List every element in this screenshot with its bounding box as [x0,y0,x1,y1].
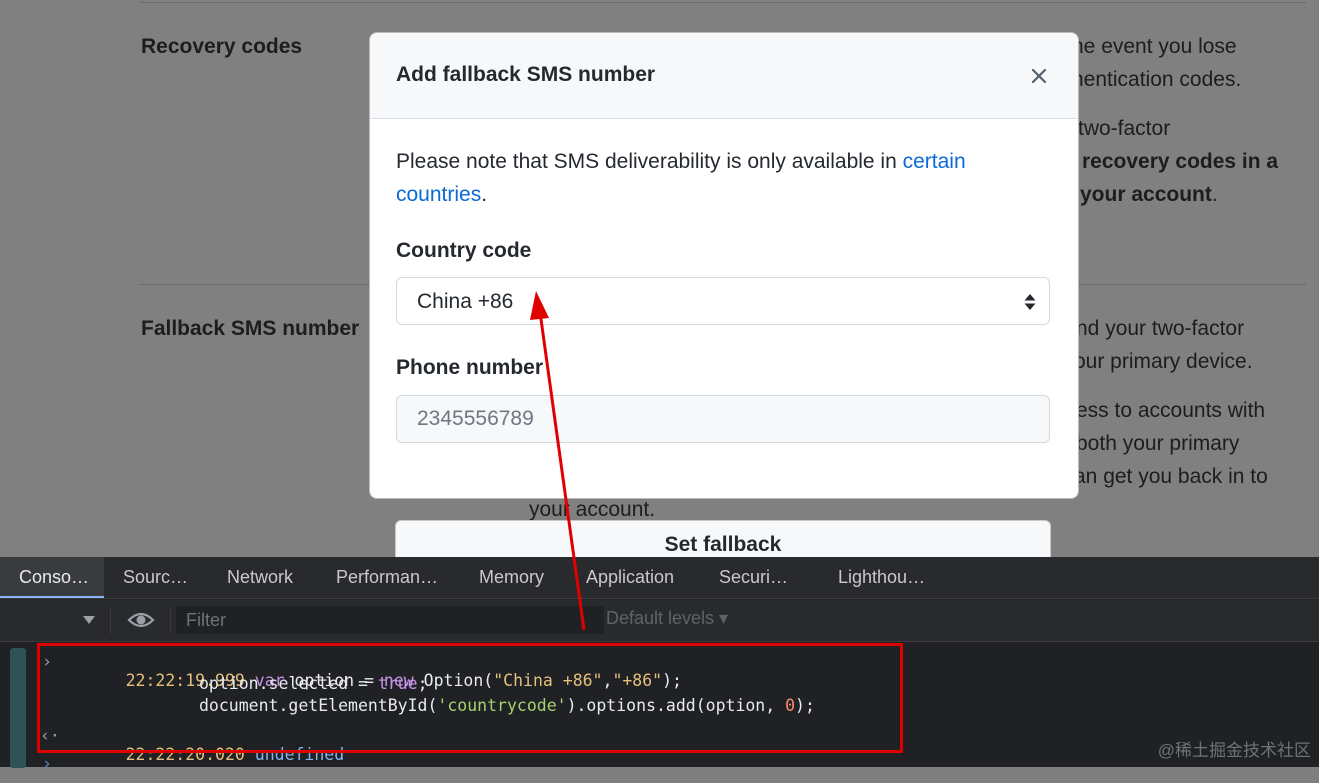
tab-sources[interactable]: Sourc… [123,557,188,598]
output-value: undefined [254,745,345,764]
sms-deliverability-note: Please note that SMS deliverability is o… [396,145,1046,211]
recovery-text-line: hentication codes. [1072,68,1242,91]
fallback-text-line: our primary device. [1074,350,1253,373]
devtools-panel: Conso… Sourc… Network Performan… Memory … [0,557,1319,773]
dialog-title: Add fallback SMS number [396,63,656,86]
note-text: Please note that SMS deliverability is o… [396,150,903,173]
note-suffix: . [481,183,488,206]
console-toolbar: Default levels ▾ [0,600,1319,642]
devtools-tabbar: Conso… Sourc… Network Performan… Memory … [0,557,1319,599]
fallback-text-line: ess to accounts with [1076,399,1266,422]
output-timestamp: 22:22:20.020 [125,745,245,764]
console-output-entry: 22:22:20.020 undefined [66,726,345,783]
tab-memory[interactable]: Memory [479,557,544,598]
console-output: › 22:22:19.999 var option = new Option("… [0,642,1319,773]
console-input-line: document.getElementById('countrycode').o… [199,696,815,715]
country-code-value: China +86 [417,290,514,313]
console-filter-input[interactable] [176,606,604,634]
tab-console[interactable]: Conso… [0,557,104,598]
eye-icon[interactable] [127,610,155,630]
country-code-select[interactable]: China +86 [396,277,1050,325]
recovery-text-line: he event you lose [1072,35,1237,58]
tab-network[interactable]: Network [227,557,293,598]
input-chevron-icon: › [42,652,52,671]
tab-security[interactable]: Securi… [719,557,788,598]
console-gutter [10,648,26,768]
recovery-text-line: two-factor [1078,117,1171,140]
phone-number-label: Phone number [396,356,544,379]
fallback-text-line: both your primary [1076,432,1240,455]
log-levels-dropdown[interactable]: Default levels ▾ [606,608,728,629]
phone-number-input[interactable] [396,395,1050,443]
toolbar-divider [170,608,171,634]
recovery-text-bold: recovery codes in a [1082,150,1279,173]
recovery-text-bold: your account. [1080,183,1218,206]
fallback-sms-title: Fallback SMS number [141,317,360,340]
fallback-text-line: nd your two-factor [1076,317,1245,340]
dialog-header: Add fallback SMS number [370,33,1078,119]
tab-application[interactable]: Application [586,557,674,598]
add-fallback-sms-dialog: Add fallback SMS number Please note that… [369,32,1079,499]
tab-performance[interactable]: Performan… [336,557,438,598]
fallback-text-line: an get you back in to [1074,465,1268,488]
select-arrows-icon [1024,294,1036,310]
console-input-line: option.selected = true; [199,674,428,693]
divider [140,2,1306,3]
close-icon [1031,68,1047,84]
prompt-icon[interactable]: › [42,754,52,773]
output-chevron-icon: ‹· [40,726,60,745]
watermark: @稀土掘金技术社区 [1157,741,1311,760]
context-dropdown-icon[interactable] [82,614,96,626]
close-button[interactable] [1026,63,1052,89]
recovery-codes-title: Recovery codes [141,35,303,58]
tab-lighthouse[interactable]: Lighthou… [838,557,925,598]
toolbar-divider [110,608,111,634]
country-code-label: Country code [396,239,532,262]
